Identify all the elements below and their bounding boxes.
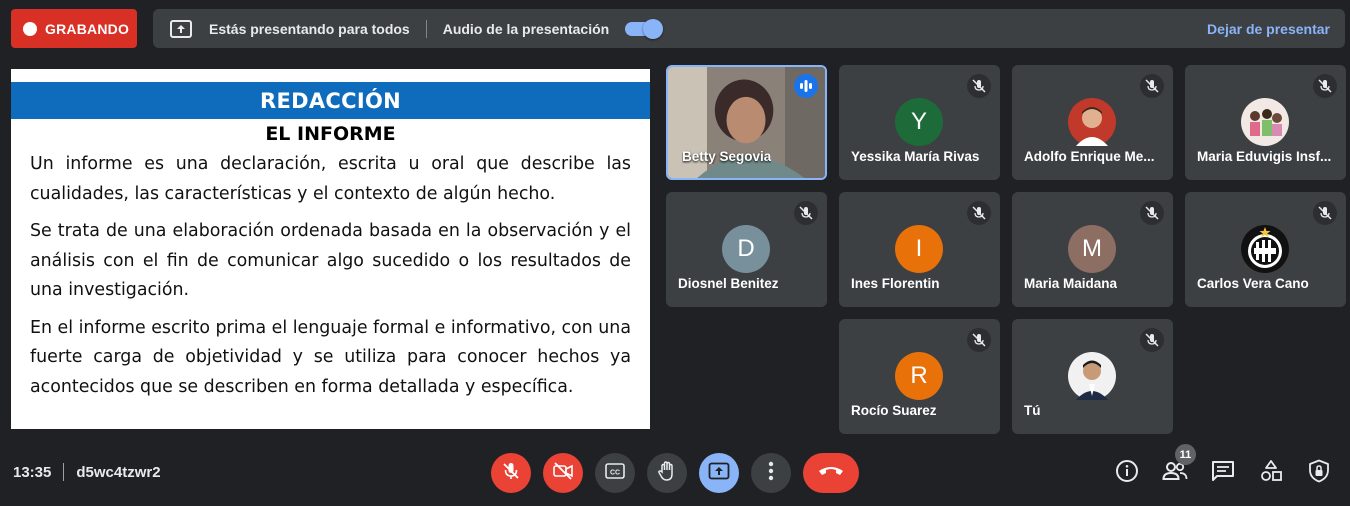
slide-paragraph: En el informe escrito prima el lenguaje …	[30, 317, 631, 397]
slide-body: Un informe es una declaración, escrita u…	[30, 150, 631, 410]
slide-subtitle: EL INFORME	[265, 123, 396, 145]
presenting-status: Estás presentando para todos	[209, 20, 410, 37]
speaking-indicator-icon	[794, 74, 818, 98]
mic-muted-icon	[967, 201, 991, 225]
raise-hand-icon	[657, 460, 677, 487]
slide-paragraph: Se trata de una elaboración ordenada bas…	[30, 221, 631, 300]
mic-muted-icon	[967, 74, 991, 98]
avatar	[1241, 98, 1289, 146]
present-screen-icon	[170, 19, 192, 38]
participant-name: Yessika María Rivas	[851, 149, 980, 164]
meeting-code[interactable]: d5wc4tzwr2	[76, 464, 160, 481]
camera-off-icon	[552, 461, 574, 486]
meeting-info: 13:35 d5wc4tzwr2	[13, 463, 161, 481]
participant-tile[interactable]: R Rocío Suarez	[839, 319, 1000, 434]
more-options-icon	[768, 461, 774, 486]
participant-name: Adolfo Enrique Me...	[1024, 149, 1155, 164]
chat-icon	[1211, 460, 1235, 487]
avatar: I	[895, 225, 943, 273]
participant-tile[interactable]: Maria Eduvigis Insf...	[1185, 65, 1346, 180]
toggle-knob	[643, 18, 664, 39]
mic-toggle-button[interactable]	[491, 453, 531, 493]
team-logo-avatar	[1241, 225, 1289, 273]
presentation-audio-toggle[interactable]	[625, 18, 664, 39]
participant-name: Ines Florentin	[851, 276, 940, 291]
participant-tile[interactable]: Betty Segovia	[666, 65, 827, 180]
participant-count-badge: 11	[1175, 444, 1196, 465]
participant-tile-self[interactable]: Tú	[1012, 319, 1173, 434]
presentation-audio-label: Audio de la presentación	[442, 20, 610, 37]
camera-toggle-button[interactable]	[543, 453, 583, 493]
captions-button[interactable]: CC	[595, 453, 635, 493]
participant-tile[interactable]: Carlos Vera Cano	[1185, 192, 1346, 307]
present-now-button[interactable]	[699, 453, 739, 493]
activities-button[interactable]	[1258, 459, 1284, 488]
end-call-icon	[818, 464, 844, 482]
svg-text:CC: CC	[610, 469, 620, 476]
stop-presenting-button[interactable]: Dejar de presentar	[1207, 21, 1330, 37]
raise-hand-button[interactable]	[647, 453, 687, 493]
mic-muted-icon	[1140, 328, 1164, 352]
mic-muted-icon	[967, 328, 991, 352]
chat-button[interactable]	[1210, 460, 1236, 486]
host-controls-icon	[1308, 459, 1330, 488]
participant-tile[interactable]: M Maria Maidana	[1012, 192, 1173, 307]
avatar: M	[1068, 225, 1116, 273]
mic-muted-icon	[794, 201, 818, 225]
mic-muted-icon	[1313, 201, 1337, 225]
avatar	[1068, 98, 1116, 146]
participant-name: Carlos Vera Cano	[1197, 276, 1309, 291]
mic-off-icon	[501, 461, 521, 486]
recording-badge[interactable]: GRABANDO	[11, 9, 137, 48]
mic-muted-icon	[1140, 74, 1164, 98]
mic-muted-icon	[1140, 201, 1164, 225]
participant-name: Tú	[1024, 403, 1041, 418]
divider	[63, 463, 65, 481]
slide-paragraph: Un informe es una declaración, escrita u…	[30, 154, 631, 204]
mic-muted-icon	[1313, 74, 1337, 98]
presentation-slide: REDACCIÓN EL INFORME Un informe es una d…	[11, 69, 650, 429]
participant-tile[interactable]: D Diosnel Benitez	[666, 192, 827, 307]
divider	[425, 19, 427, 38]
meeting-details-button[interactable]	[1114, 459, 1140, 488]
slide-title: REDACCIÓN	[11, 82, 650, 119]
avatar: R	[895, 352, 943, 400]
presenting-bar: Estás presentando para todos Audio de la…	[153, 9, 1345, 48]
participant-tile[interactable]: Y Yessika María Rivas	[839, 65, 1000, 180]
info-icon	[1115, 459, 1139, 488]
participant-name: Betty Segovia	[682, 149, 772, 164]
participant-name: Rocío Suarez	[851, 403, 937, 418]
avatar: Y	[895, 98, 943, 146]
participant-name: Diosnel Benitez	[678, 276, 779, 291]
participant-tile[interactable]: Adolfo Enrique Me...	[1012, 65, 1173, 180]
avatar: D	[722, 225, 770, 273]
participant-name: Maria Eduvigis Insf...	[1197, 149, 1332, 164]
activities-icon	[1259, 459, 1283, 488]
participant-tile[interactable]: I Ines Florentin	[839, 192, 1000, 307]
host-controls-button[interactable]	[1306, 459, 1332, 488]
meeting-time: 13:35	[13, 463, 52, 481]
leave-call-button[interactable]	[803, 453, 859, 493]
avatar	[1068, 352, 1116, 400]
present-icon	[708, 462, 730, 485]
participant-name: Maria Maidana	[1024, 276, 1118, 291]
recording-dot-icon	[23, 21, 37, 36]
recording-label: GRABANDO	[45, 20, 130, 37]
captions-icon: CC	[604, 462, 626, 485]
more-options-button[interactable]	[751, 453, 791, 493]
